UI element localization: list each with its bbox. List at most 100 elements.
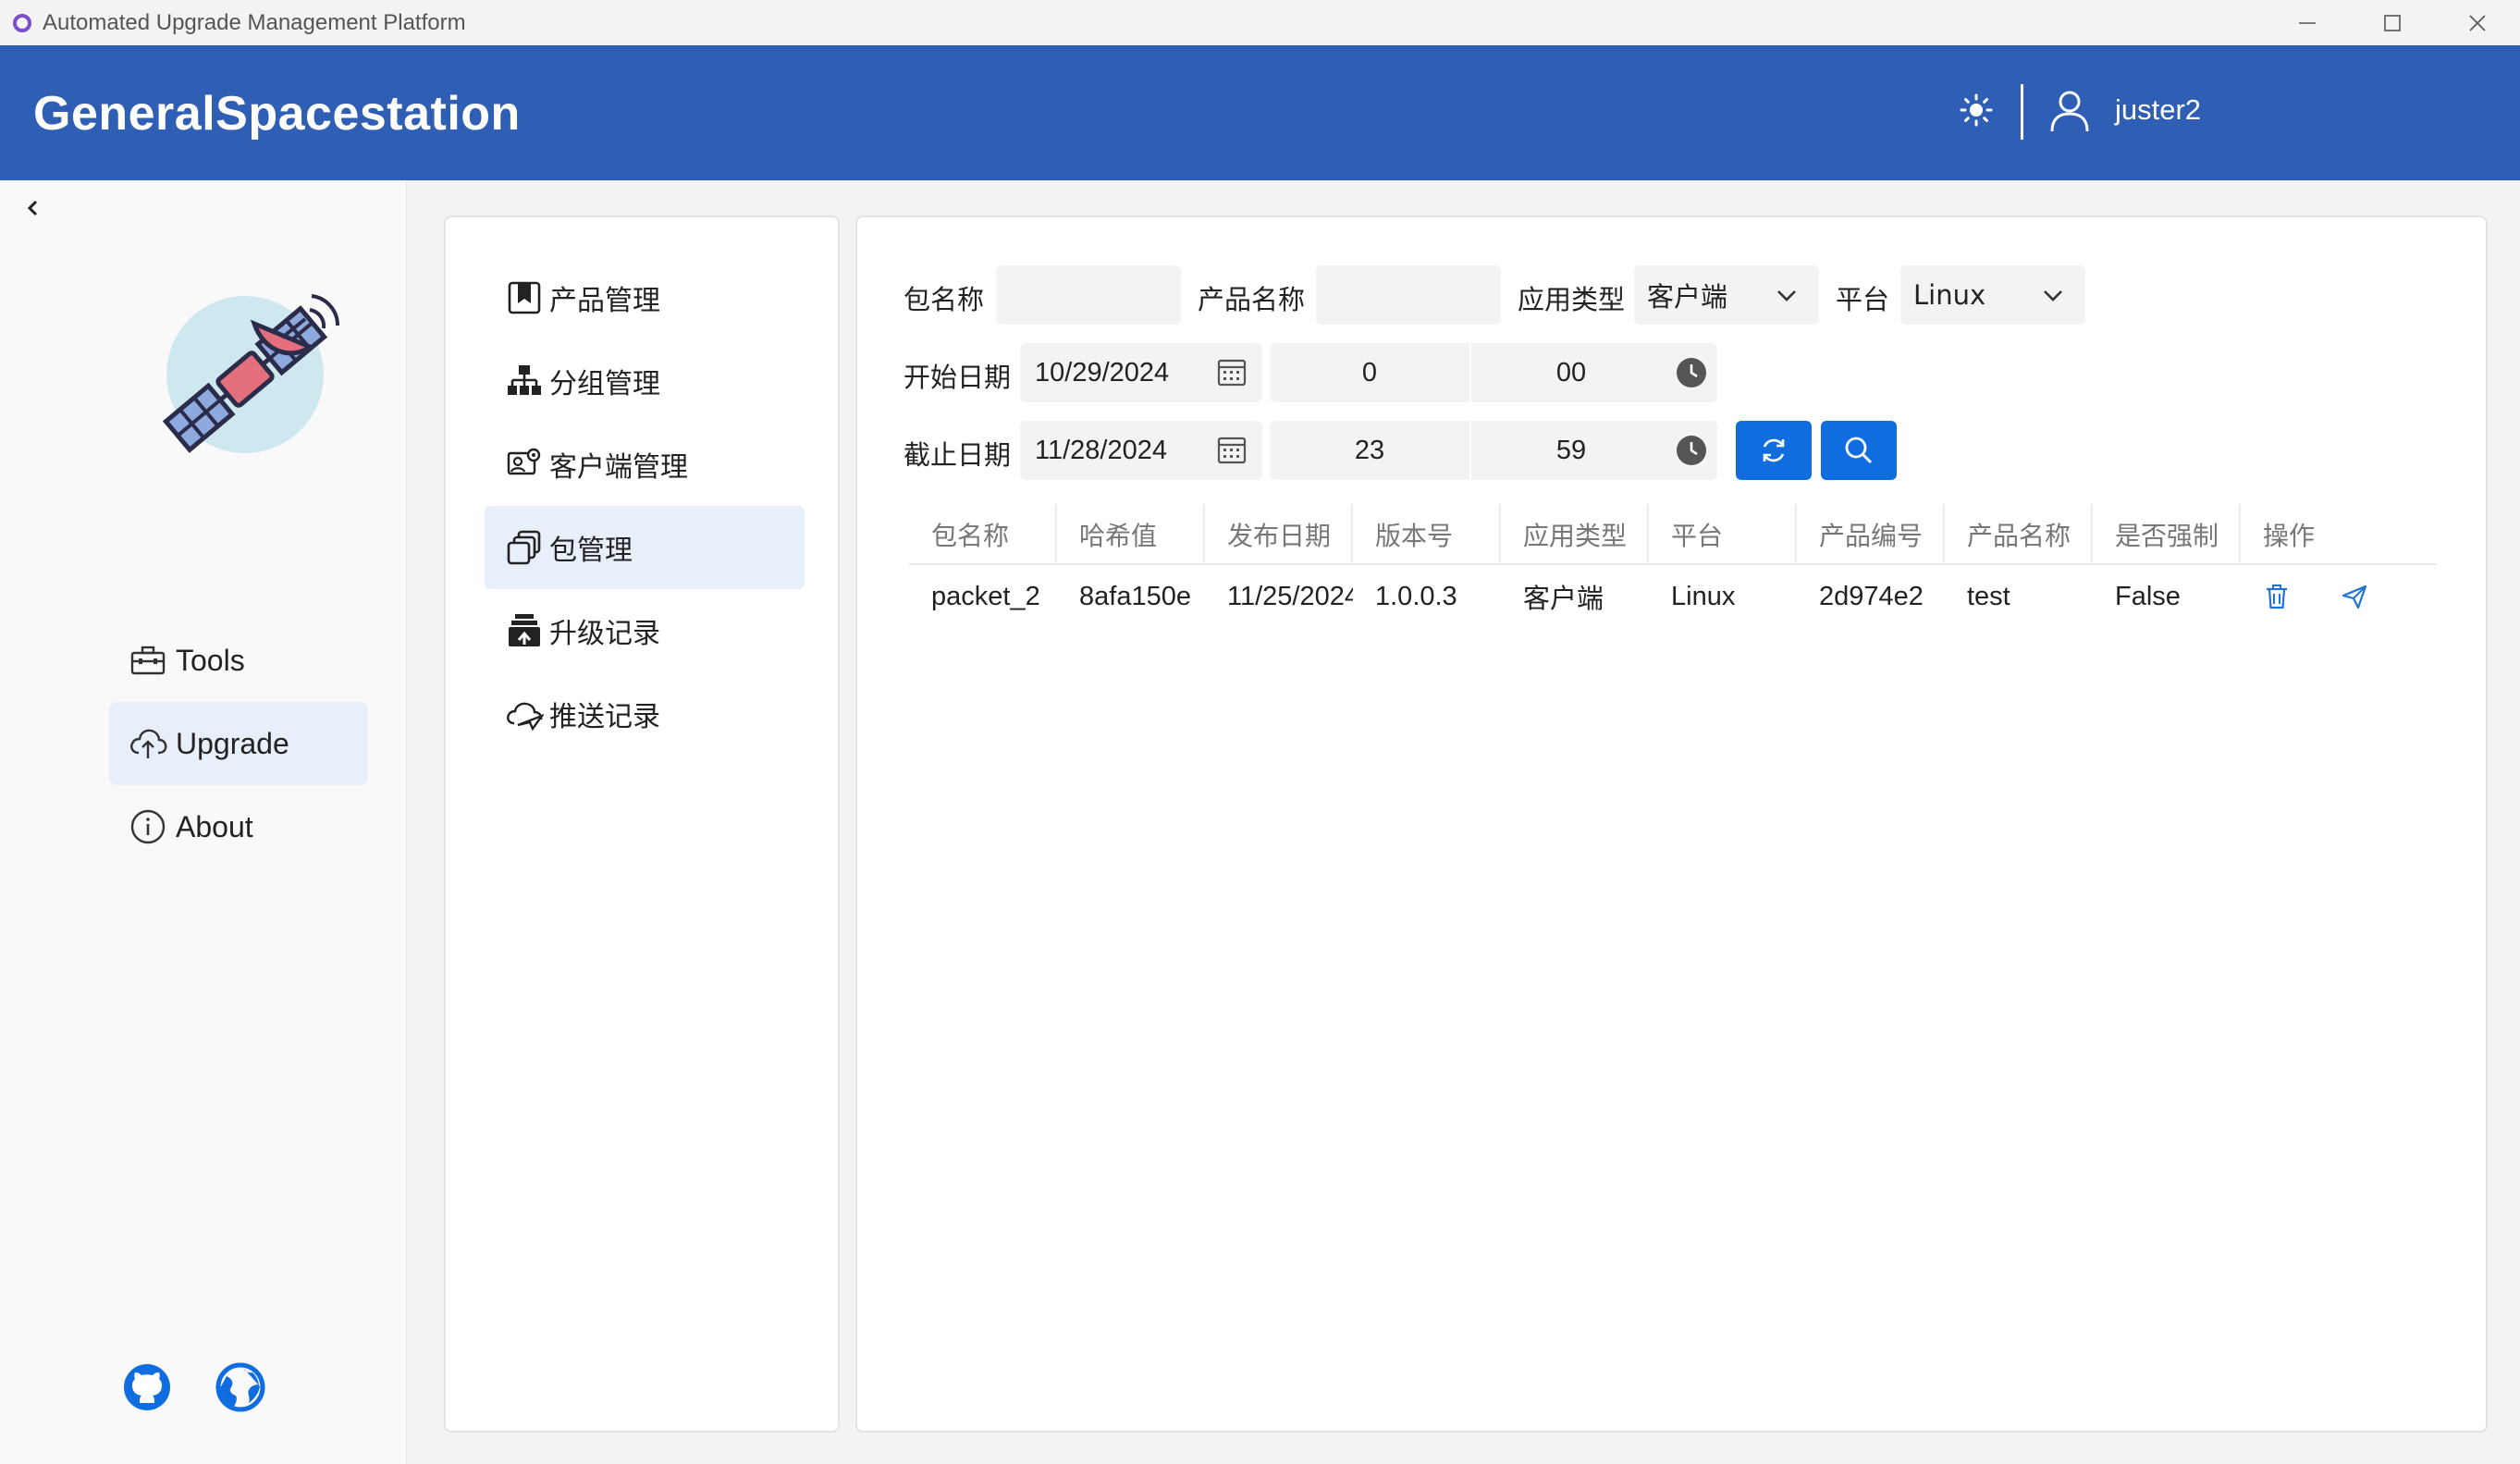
start-time-picker[interactable]: 0 00	[1270, 343, 1717, 402]
brand-title: GeneralSpacestation	[33, 87, 521, 141]
app-type-value: 客户端	[1647, 281, 1728, 313]
trash-icon[interactable]	[2263, 583, 2291, 610]
toolbox-icon	[130, 646, 166, 675]
nav-label: Upgrade	[176, 726, 289, 760]
column-header[interactable]: 包名称	[909, 504, 1057, 565]
refresh-icon	[1763, 438, 1785, 462]
package-name-label: 包名称	[904, 284, 985, 315]
nav-label: About	[176, 809, 253, 843]
submenu-panel: 产品管理 分组管理 客户端管理 包管理 升级记录 推送记录	[444, 215, 840, 1433]
collapse-nav-button[interactable]	[22, 195, 50, 223]
user-icon[interactable]	[2048, 89, 2091, 133]
cloud-send-icon	[507, 702, 544, 732]
left-navigation: Tools Upgrade About	[0, 180, 407, 1464]
platform-label: 平台	[1836, 284, 1890, 315]
cell-release-date: 11/25/2024	[1227, 581, 1353, 611]
info-icon	[130, 809, 166, 844]
start-hour-value[interactable]: 0	[1270, 358, 1469, 388]
window-titlebar: Automated Upgrade Management Platform	[0, 0, 2520, 45]
package-name-input[interactable]	[996, 265, 1181, 325]
column-header[interactable]: 版本号	[1353, 504, 1501, 565]
column-header[interactable]: 哈希值	[1057, 504, 1205, 565]
submenu-item-client-management[interactable]: 客户端管理	[485, 423, 805, 506]
username-label[interactable]: juster2	[2115, 93, 2201, 127]
submenu-label: 升级记录	[549, 618, 660, 650]
nav-item-tools[interactable]: Tools	[109, 619, 368, 702]
sun-icon	[1960, 93, 1993, 127]
cell-platform: Linux	[1671, 581, 1736, 611]
cell-product-id: 2d974e2	[1819, 581, 1924, 611]
end-date-label: 截止日期	[904, 439, 1012, 471]
app-icon	[13, 13, 31, 32]
app-type-label: 应用类型	[1518, 284, 1626, 315]
column-header[interactable]: 产品名称	[1945, 504, 2093, 565]
end-hour-value[interactable]: 23	[1270, 436, 1469, 466]
end-minute-value[interactable]: 59	[1471, 436, 1671, 466]
client-settings-icon	[507, 448, 541, 475]
product-name-label: 产品名称	[1198, 284, 1306, 315]
app-type-select[interactable]: 客户端	[1634, 265, 1819, 325]
theme-toggle-button[interactable]	[1956, 90, 1997, 130]
start-date-label: 开始日期	[904, 362, 1012, 393]
cell-app-type: 客户端	[1523, 583, 1604, 614]
end-time-picker[interactable]: 23 59	[1270, 421, 1717, 480]
package-table: 包名称 哈希值 发布日期 版本号 应用类型 平台 产品编号 产品名称 是否强制 …	[909, 504, 2437, 628]
cell-actions	[2241, 565, 2437, 628]
upgrade-box-icon	[509, 614, 540, 646]
column-header[interactable]: 发布日期	[1205, 504, 1353, 565]
nav-item-about[interactable]: About	[109, 785, 368, 868]
chevron-left-icon	[27, 200, 38, 216]
window-controls	[2265, 0, 2520, 45]
chevron-down-icon	[2044, 290, 2062, 301]
chevron-down-icon	[1777, 290, 1796, 301]
cell-version: 1.0.0.3	[1375, 581, 1457, 611]
submenu-label: 客户端管理	[549, 451, 688, 484]
table-header: 包名称 哈希值 发布日期 版本号 应用类型 平台 产品编号 产品名称 是否强制 …	[909, 504, 2437, 565]
bookmark-box-icon	[508, 281, 541, 314]
column-header: 操作	[2263, 521, 2316, 551]
hierarchy-icon	[508, 365, 541, 395]
submenu-item-package-management[interactable]: 包管理	[485, 506, 805, 589]
column-header[interactable]: 产品编号	[1797, 504, 1945, 565]
start-date-value: 10/29/2024	[1035, 357, 1170, 388]
start-date-picker[interactable]: 10/29/2024	[1020, 343, 1262, 402]
github-icon[interactable]	[122, 1362, 172, 1412]
maximize-button[interactable]	[2350, 0, 2435, 45]
submenu-label: 产品管理	[549, 285, 660, 317]
refresh-button[interactable]	[1736, 421, 1812, 480]
column-header[interactable]: 是否强制	[2093, 504, 2241, 565]
cell-hash: 8afa150e	[1079, 581, 1191, 611]
package-copy-icon	[507, 530, 541, 565]
start-minute-value[interactable]: 00	[1471, 358, 1671, 388]
submenu-item-upgrade-records[interactable]: 升级记录	[485, 589, 805, 672]
clock-icon	[1677, 358, 1706, 388]
calendar-icon	[1217, 437, 1247, 464]
globe-icon[interactable]	[215, 1362, 265, 1412]
submenu-label: 包管理	[549, 535, 633, 567]
submenu-label: 推送记录	[549, 701, 660, 733]
product-name-input[interactable]	[1316, 265, 1501, 325]
cell-package-name: packet_2	[931, 581, 1040, 611]
end-date-picker[interactable]: 11/28/2024	[1020, 421, 1262, 480]
submenu-item-product-management[interactable]: 产品管理	[485, 256, 805, 339]
cell-forced: False	[2115, 581, 2181, 611]
close-window-button[interactable]	[2435, 0, 2520, 45]
table-row[interactable]: packet_2 8afa150e 11/25/2024 1.0.0.3 客户端…	[909, 565, 2437, 628]
cell-product-name: test	[1967, 581, 2010, 611]
submenu-item-push-records[interactable]: 推送记录	[485, 672, 805, 756]
window-title: Automated Upgrade Management Platform	[43, 9, 466, 35]
calendar-icon	[1217, 359, 1247, 387]
send-icon[interactable]	[2341, 583, 2368, 610]
minimize-button[interactable]	[2265, 0, 2350, 45]
column-header[interactable]: 平台	[1649, 504, 1797, 565]
nav-label: Tools	[176, 643, 245, 677]
satellite-logo	[162, 294, 340, 453]
app-header: GeneralSpacestation juster2	[0, 45, 2520, 180]
clock-icon	[1677, 436, 1706, 465]
nav-item-upgrade[interactable]: Upgrade	[109, 702, 368, 785]
platform-select[interactable]: Linux	[1900, 265, 2085, 325]
search-button[interactable]	[1821, 421, 1897, 480]
column-header[interactable]: 应用类型	[1501, 504, 1649, 565]
end-date-value: 11/28/2024	[1035, 435, 1167, 465]
submenu-item-group-management[interactable]: 分组管理	[485, 339, 805, 423]
